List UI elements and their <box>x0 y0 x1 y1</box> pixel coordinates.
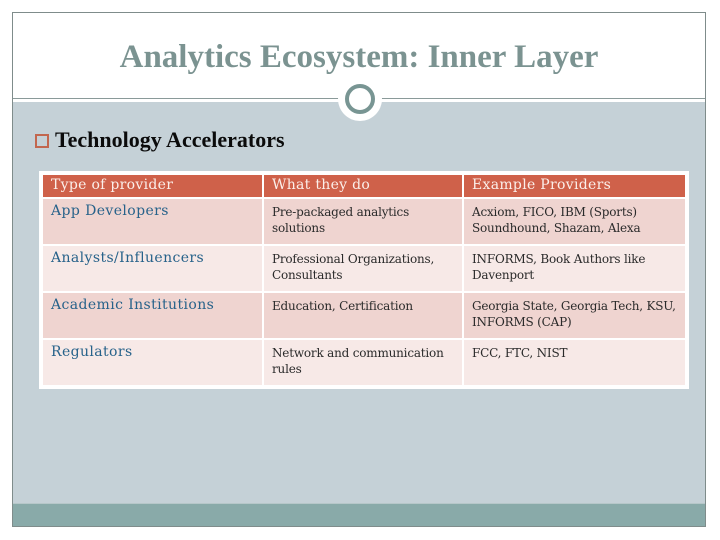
header-type-of-provider: Type of provider <box>41 173 264 199</box>
providers-table: Type of provider What they do Example Pr… <box>41 173 687 387</box>
cell-what-they-do: Professional Organizations, Consultants <box>262 244 464 293</box>
header-example-providers: Example Providers <box>462 173 687 199</box>
bullet-item: Technology Accelerators <box>35 127 285 153</box>
table-header-row: Type of provider What they do Example Pr… <box>41 173 687 199</box>
table-row: App Developers Pre-packaged analytics so… <box>41 197 687 246</box>
cell-what-they-do: Education, Certification <box>262 291 464 340</box>
cell-example-providers: INFORMS, Book Authors like Davenport <box>462 244 687 293</box>
cell-provider-type: App Developers <box>41 197 264 246</box>
table-row: Analysts/Influencers Professional Organi… <box>41 244 687 293</box>
footer-band <box>13 503 705 526</box>
cell-provider-type: Analysts/Influencers <box>41 244 264 293</box>
hollow-square-bullet-icon <box>35 134 49 148</box>
cell-provider-type: Regulators <box>41 338 264 387</box>
bullet-text: Technology Accelerators <box>55 127 285 152</box>
table-row: Regulators Network and communication rul… <box>41 338 687 387</box>
table-row: Academic Institutions Education, Certifi… <box>41 291 687 340</box>
cell-what-they-do: Network and communication rules <box>262 338 464 387</box>
slide-title: Analytics Ecosystem: Inner Layer <box>119 39 599 75</box>
cell-example-providers: Georgia State, Georgia Tech, KSU, INFORM… <box>462 291 687 340</box>
cell-example-providers: FCC, FTC, NIST <box>462 338 687 387</box>
cell-example-providers: Acxiom, FICO, IBM (Sports) Soundhound, S… <box>462 197 687 246</box>
cell-what-they-do: Pre-packaged analytics solutions <box>262 197 464 246</box>
circle-ring <box>345 84 375 114</box>
circle-ornament-icon <box>338 77 382 121</box>
slide: Analytics Ecosystem: Inner Layer Technol… <box>12 12 706 527</box>
cell-provider-type: Academic Institutions <box>41 291 264 340</box>
header-what-they-do: What they do <box>262 173 464 199</box>
